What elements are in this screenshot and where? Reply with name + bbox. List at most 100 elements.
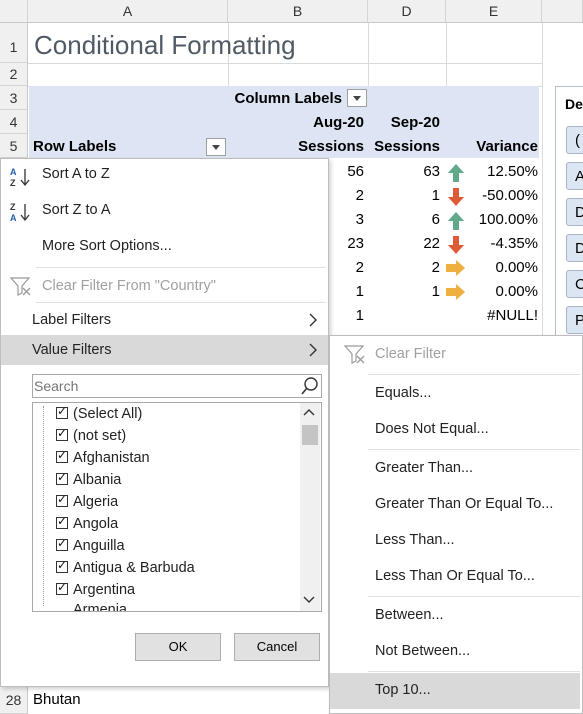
sessions-aug-header: Sessions [298,138,364,155]
column-labels-filter-dropdown[interactable] [347,89,367,107]
value-filters-label: Value Filters [32,342,112,358]
cancel-button[interactable]: Cancel [234,633,320,661]
sep-sessions-value[interactable]: 22 [368,232,440,256]
menu-separator [36,267,326,268]
column-header-d[interactable]: D [368,0,446,23]
aug-sessions-value[interactable]: 3 [330,208,364,232]
sep-sessions-value[interactable]: 63 [368,160,440,184]
list-item-checkbox[interactable] [56,536,68,551]
aug-sessions-value[interactable]: 23 [330,232,364,256]
clear-filter-icon [343,345,365,364]
ok-button[interactable]: OK [135,633,221,661]
up-arrow-icon [448,212,464,230]
list-item-checkbox[interactable] [56,492,68,507]
less-than-or-equal-item[interactable]: Less Than Or Equal To... [375,568,535,584]
variance-value[interactable]: 12.50% [464,160,538,184]
list-item-checkbox[interactable] [56,426,68,441]
list-item-checkbox[interactable] [56,514,68,529]
equals-item[interactable]: Equals... [375,385,431,401]
menu-separator [368,596,580,597]
aug-sessions-value[interactable]: 1 [330,280,364,304]
list-item-label: Albania [73,472,122,488]
select-all-checkbox[interactable] [56,404,68,419]
row-labels-filter-dropdown[interactable] [206,138,226,156]
search-icon [301,377,318,395]
list-item-checkbox[interactable] [56,448,68,463]
scroll-up-icon[interactable] [302,406,316,418]
sep-sessions-value[interactable]: 6 [368,208,440,232]
row-header-28[interactable]: 28 [0,687,28,714]
chevron-right-icon [309,343,317,357]
label-filters-item[interactable]: Label Filters [32,312,111,328]
slicer-header: De [565,96,583,112]
row-header-3[interactable]: 3 [0,86,28,110]
list-item-label: (Select All) [73,406,143,422]
menu-separator [36,302,326,303]
variance-value[interactable]: 100.00% [464,208,538,232]
sheet-title: Conditional Formatting [34,30,296,60]
slicer-item[interactable]: ( [566,126,583,154]
aug-sessions-value[interactable]: 2 [330,256,364,280]
sep-sessions-value[interactable]: 2 [368,256,440,280]
svg-text:A: A [10,167,17,177]
variance-value[interactable]: 0.00% [464,256,538,280]
sep-20-header: Sep-20 [390,114,440,131]
greater-than-item[interactable]: Greater Than... [375,460,473,476]
more-sort-options-item[interactable]: More Sort Options... [42,238,172,254]
svg-text:Z: Z [10,202,16,212]
gridline [446,23,447,87]
search-input[interactable] [34,376,294,396]
variance-value[interactable]: 0.00% [464,280,538,304]
slicer-item[interactable]: C [566,270,583,298]
sep-sessions-value[interactable]: 1 [368,184,440,208]
scroll-down-icon[interactable] [302,594,316,606]
svg-text:A: A [10,213,17,223]
slicer-item[interactable]: D [566,198,583,226]
slicer-item[interactable]: D [566,234,583,262]
column-header-e[interactable]: E [446,0,542,23]
aug-sessions-value[interactable]: 56 [330,160,364,184]
row-header-4[interactable]: 4 [0,110,28,134]
menu-separator [368,374,580,375]
menu-separator [368,671,580,672]
column-header-a[interactable]: A [28,0,228,23]
scrollbar-thumb[interactable] [302,425,318,445]
aug-sessions-value[interactable]: 2 [330,184,364,208]
row-header-1[interactable]: 1 [0,23,28,63]
svg-text:Z: Z [10,178,16,188]
row-header-2[interactable]: 2 [0,63,28,86]
down-arrow-icon [448,236,464,254]
sort-a-to-z-item[interactable]: Sort A to Z [42,166,110,182]
menu-separator [368,449,580,450]
list-item-checkbox[interactable] [56,580,68,595]
column-header-f[interactable] [542,0,583,23]
list-item-checkbox[interactable] [56,558,68,573]
list-item-checkbox[interactable] [56,470,68,485]
column-labels-header: Column Labels [234,90,342,107]
between-item[interactable]: Between... [375,607,444,623]
list-item-label: Algeria [73,494,119,510]
cell-a28[interactable]: Bhutan [33,688,233,712]
variance-value[interactable]: -50.00% [464,184,538,208]
up-arrow-icon [448,164,464,182]
slicer-item[interactable]: P [566,306,583,334]
variance-value[interactable]: -4.35% [464,232,538,256]
list-item-label: Angola [73,516,119,532]
variance-header: Variance [476,138,538,155]
column-header-b[interactable]: B [228,0,368,23]
sep-sessions-value[interactable]: 1 [368,280,440,304]
greater-than-or-equal-item[interactable]: Greater Than Or Equal To... [375,496,553,512]
does-not-equal-item[interactable]: Does Not Equal... [375,421,489,437]
down-arrow-icon [448,188,464,206]
not-between-item[interactable]: Not Between... [375,643,470,659]
row-header-5[interactable]: 5 [0,134,28,158]
slicer-item[interactable]: A [566,162,583,190]
variance-value[interactable]: #NULL! [464,304,538,328]
select-all-corner[interactable] [0,0,28,23]
gridline [28,63,542,64]
list-item-label: Anguilla [73,538,125,554]
top-10-item[interactable] [330,673,580,709]
less-than-item[interactable]: Less Than... [375,532,455,548]
sort-z-to-a-item[interactable]: Sort Z to A [42,202,111,218]
aug-sessions-value[interactable]: 1 [330,304,364,328]
